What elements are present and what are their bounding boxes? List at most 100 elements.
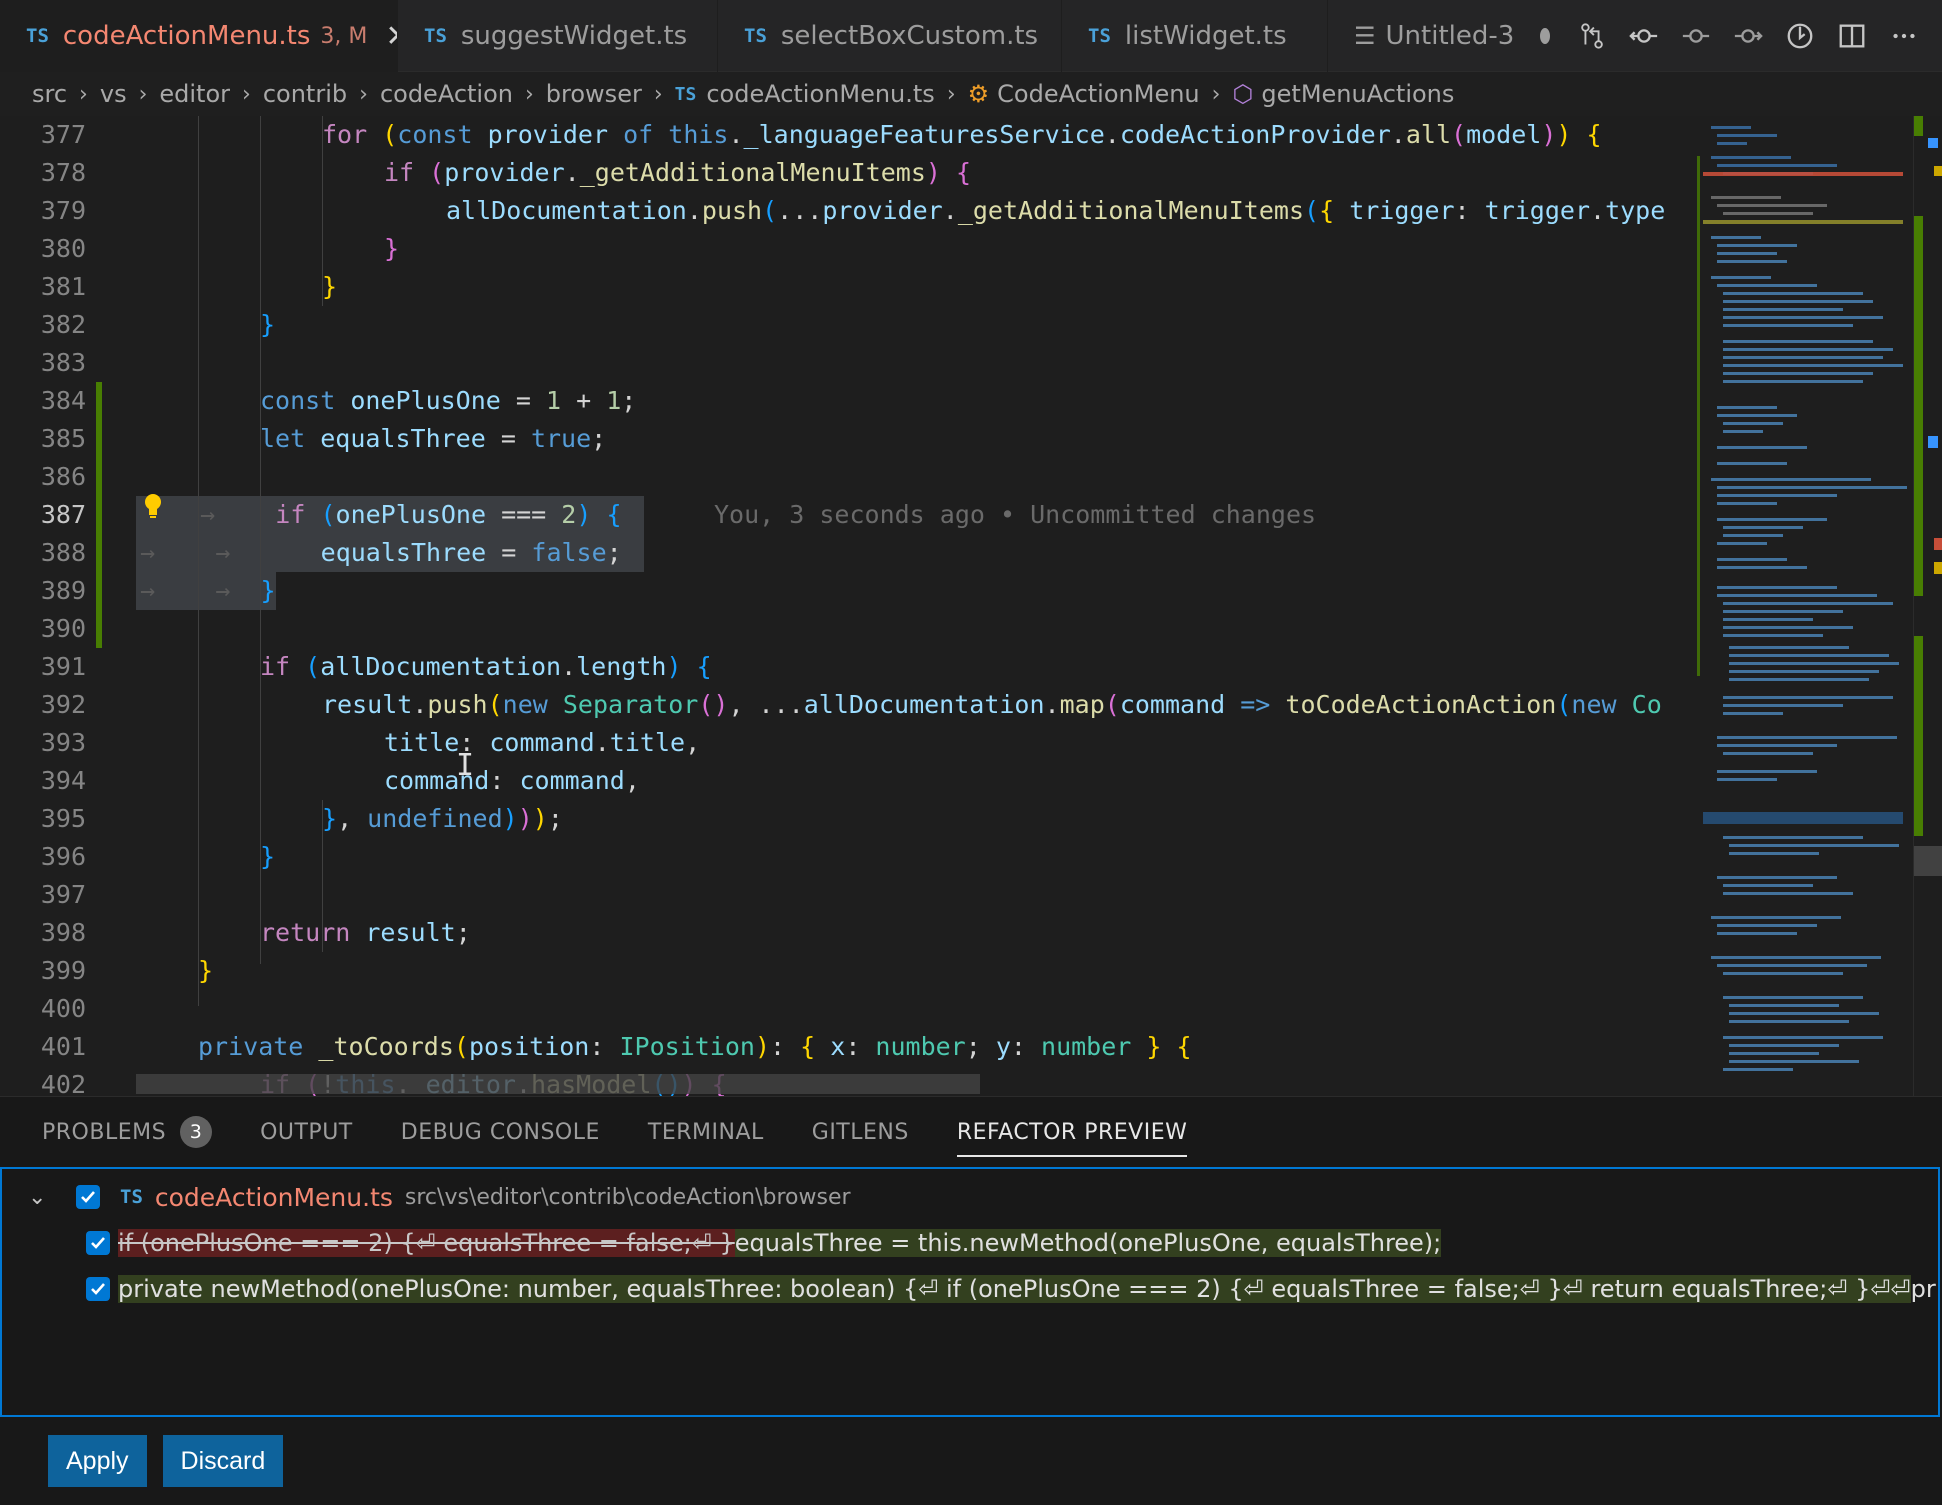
bottom-panel: PROBLEMS 3 OUTPUT DEBUG CONSOLE TERMINAL… xyxy=(0,1096,1942,1505)
code-area[interactable]: 377 for (const provider of this._language… xyxy=(0,116,1700,1096)
line-number: 377 xyxy=(40,120,86,149)
code-line: 386 xyxy=(0,458,1700,496)
line-number: 389 xyxy=(40,576,86,605)
change-checkbox[interactable] xyxy=(86,1277,110,1301)
discard-button[interactable]: Discard xyxy=(162,1435,284,1487)
code-line: 388 → → equalsThree = false; xyxy=(0,534,1700,572)
code-line: 389 → → } xyxy=(0,572,1700,610)
line-number: 398 xyxy=(40,918,86,947)
apply-button[interactable]: Apply xyxy=(48,1435,147,1487)
unsaved-dot-icon[interactable] xyxy=(1540,28,1550,44)
line-number: 391 xyxy=(40,652,86,681)
chevron-right-icon: › xyxy=(79,81,88,107)
breadcrumb-item[interactable]: src xyxy=(32,80,67,108)
line-number: 387 xyxy=(40,500,86,529)
typescript-file-icon: TS xyxy=(424,25,447,47)
chevron-right-icon: › xyxy=(242,81,251,107)
chevron-right-icon: › xyxy=(359,81,368,107)
tab-debug-console[interactable]: DEBUG CONSOLE xyxy=(401,1097,600,1167)
more-actions-icon[interactable] xyxy=(1888,20,1920,52)
vertical-scrollbar[interactable] xyxy=(1913,116,1942,1096)
refactor-file-row[interactable]: ⌄ TS codeActionMenu.ts src\vs\editor\con… xyxy=(2,1175,1938,1219)
code-line: 391 if (allDocumentation.length) { xyxy=(0,648,1700,686)
breadcrumb-method[interactable]: getMenuActions xyxy=(1261,80,1454,108)
inline-blame: You, 3 seconds ago • Uncommitted changes xyxy=(714,500,1317,529)
typescript-file-icon: TS xyxy=(1088,25,1111,47)
code-line: 382} xyxy=(0,306,1700,344)
line-number: 379 xyxy=(40,196,86,225)
tab-label: OUTPUT xyxy=(260,1119,353,1145)
next-revision-icon[interactable] xyxy=(1732,20,1764,52)
tab-suggestwidget[interactable]: TS suggestWidget.ts xyxy=(398,0,718,72)
tab-refactor-preview[interactable]: REFACTOR PREVIEW xyxy=(956,1097,1188,1167)
file-checkbox[interactable] xyxy=(76,1185,100,1209)
breadcrumb-item[interactable]: vs xyxy=(100,80,127,108)
tab-codeactionmenu[interactable]: TS codeActionMenu.ts 3, M ✕ xyxy=(0,0,398,72)
chevron-right-icon: › xyxy=(946,81,956,107)
breadcrumb-class[interactable]: CodeActionMenu xyxy=(997,80,1200,108)
typescript-file-icon: TS xyxy=(744,25,767,47)
previous-revision-icon[interactable] xyxy=(1628,20,1660,52)
line-number: 384 xyxy=(40,386,86,415)
code-line: 395}, undefined))); xyxy=(0,800,1700,838)
code-line: 384 const onePlusOne = 1 + 1; xyxy=(0,382,1700,420)
panel-tabs: PROBLEMS 3 OUTPUT DEBUG CONSOLE TERMINAL… xyxy=(0,1097,1942,1167)
breadcrumb-file[interactable]: codeActionMenu.ts xyxy=(706,80,934,108)
code-line: 380} xyxy=(0,230,1700,268)
breadcrumb-item[interactable]: browser xyxy=(546,80,642,108)
problems-count-badge: 3 xyxy=(180,1116,213,1148)
commit-icon[interactable] xyxy=(1680,20,1712,52)
timeline-icon[interactable] xyxy=(1784,20,1816,52)
code-line: 377 for (const provider of this._language… xyxy=(0,116,1700,154)
tab-problems[interactable]: PROBLEMS 3 xyxy=(42,1097,213,1167)
tab-untitled-3[interactable]: ☰ Untitled-3 xyxy=(1328,0,1550,72)
tab-output[interactable]: OUTPUT xyxy=(260,1097,353,1167)
line-number: 402 xyxy=(40,1070,86,1096)
method-icon: ⬡ xyxy=(1232,80,1254,108)
code-line: 396} xyxy=(0,838,1700,876)
code-line: 378 if (provider._getAdditionalMenuItems)… xyxy=(0,154,1700,192)
code-editor[interactable]: 377 for (const provider of this._language… xyxy=(0,116,1942,1096)
text-cursor-icon: I xyxy=(456,748,475,783)
tab-listwidget[interactable]: TS listWidget.ts xyxy=(1062,0,1328,72)
breadcrumb-item[interactable]: editor xyxy=(159,80,230,108)
editor-tab-bar: TS codeActionMenu.ts 3, M ✕ TS suggestWi… xyxy=(0,0,1942,72)
split-editor-icon[interactable] xyxy=(1836,20,1868,52)
line-number: 385 xyxy=(40,424,86,453)
chevron-down-icon[interactable]: ⌄ xyxy=(28,1185,62,1210)
refactor-change-row[interactable]: if (onePlusOne === 2) {⏎ equalsThree = f… xyxy=(2,1221,1938,1265)
code-line: 397 xyxy=(0,876,1700,914)
minimap[interactable] xyxy=(1697,116,1913,1096)
line-number: 400 xyxy=(40,994,86,1023)
typescript-file-icon: TS xyxy=(674,83,697,105)
typescript-file-icon: TS xyxy=(26,25,49,47)
chevron-right-icon: › xyxy=(1211,81,1221,107)
editor-actions xyxy=(1576,0,1942,72)
line-number: 383 xyxy=(40,348,86,377)
tab-label: GITLENS xyxy=(811,1119,909,1145)
code-line: 393 title: command.title, xyxy=(0,724,1700,762)
tab-label: PROBLEMS xyxy=(42,1119,167,1145)
horizontal-scrollbar[interactable] xyxy=(136,1074,980,1094)
context-text: private _toCoords(position: IPosition): … xyxy=(1910,1275,1940,1303)
change-checkbox[interactable] xyxy=(86,1231,110,1255)
text-file-icon: ☰ xyxy=(1354,22,1376,50)
tab-label: selectBoxCustom.ts xyxy=(780,21,1039,51)
typescript-file-icon: TS xyxy=(120,1186,143,1208)
line-number: 380 xyxy=(40,234,86,263)
code-line: 385 let equalsThree = true; xyxy=(0,420,1700,458)
close-icon[interactable]: ✕ xyxy=(385,19,397,54)
tab-gitlens[interactable]: GITLENS xyxy=(812,1097,909,1167)
line-number: 393 xyxy=(40,728,86,757)
refactor-change-row[interactable]: private newMethod(onePlusOne: number, eq… xyxy=(2,1267,1940,1311)
breadcrumb-item[interactable]: codeAction xyxy=(380,80,513,108)
tab-selectboxcustom[interactable]: TS selectBoxCustom.ts xyxy=(718,0,1062,72)
breadcrumb-item[interactable]: contrib xyxy=(263,80,347,108)
tab-label: TERMINAL xyxy=(647,1119,764,1145)
line-number: 378 xyxy=(40,158,86,187)
refactor-preview-tree[interactable]: ⌄ TS codeActionMenu.ts src\vs\editor\con… xyxy=(0,1167,1940,1417)
tab-terminal[interactable]: TERMINAL xyxy=(648,1097,764,1167)
line-number: 390 xyxy=(40,614,86,643)
open-changes-icon[interactable] xyxy=(1576,20,1608,52)
tab-label: suggestWidget.ts xyxy=(460,21,688,51)
